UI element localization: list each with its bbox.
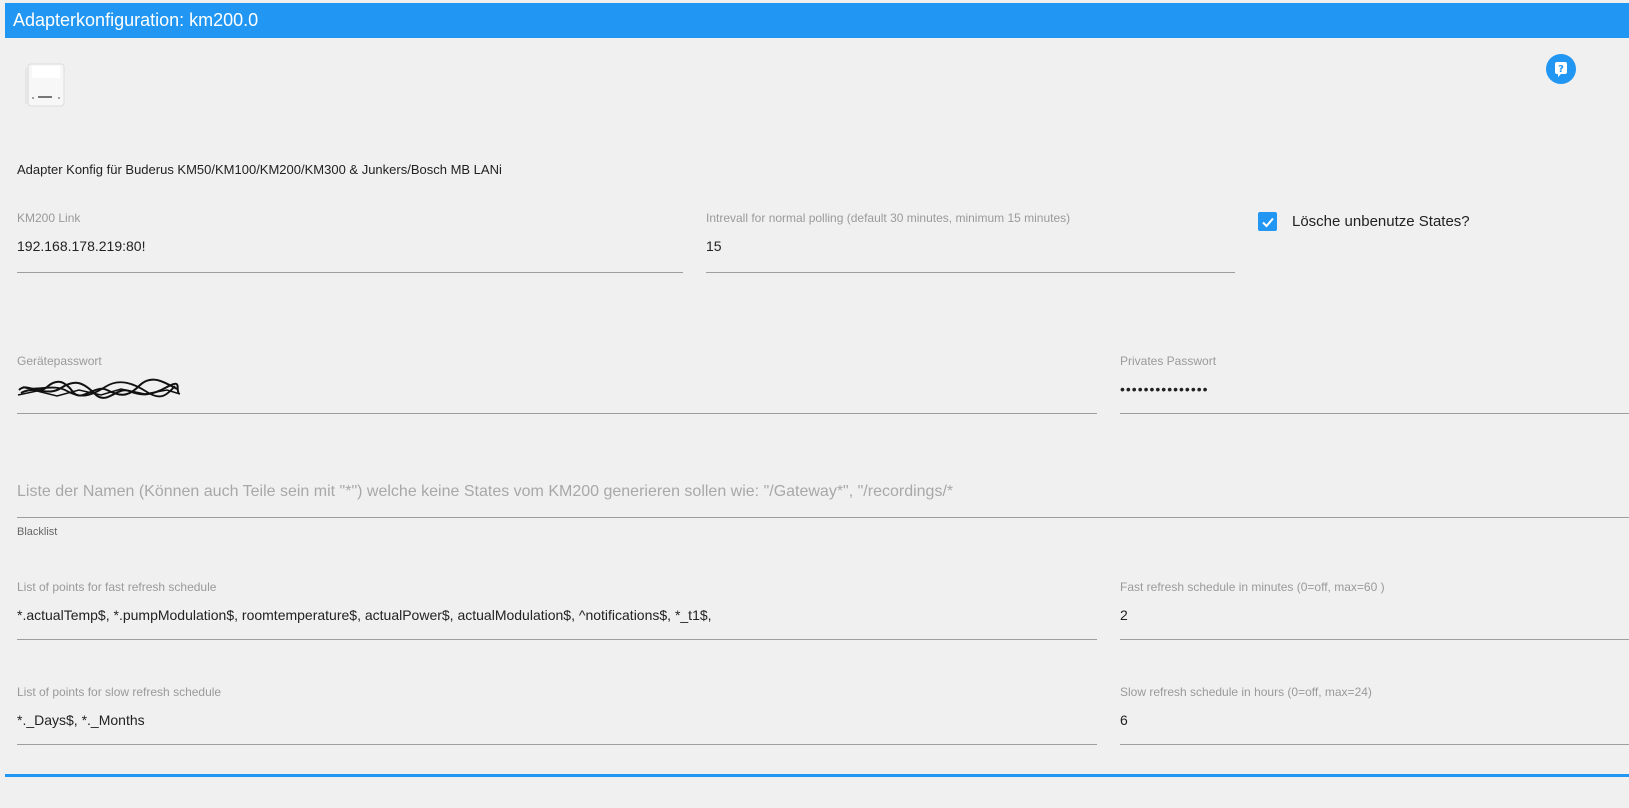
delete-unused-states-toggle[interactable]: Lösche unbenutze States? xyxy=(1258,212,1470,231)
fast-points-input[interactable]: *.actualTemp$, *.pumpModulation$, roomte… xyxy=(17,607,712,623)
delete-unused-states-checkbox[interactable] xyxy=(1258,212,1277,231)
slow-schedule-label: Slow refresh schedule in hours (0=off, m… xyxy=(1120,685,1372,699)
device-password-input[interactable] xyxy=(17,378,182,403)
fast-schedule-input[interactable]: 2 xyxy=(1120,607,1128,623)
blacklist-input[interactable]: Liste der Namen (Können auch Teile sein … xyxy=(17,483,953,501)
polling-interval-field[interactable]: Intrevall for normal polling (default 30… xyxy=(706,211,1235,273)
slow-schedule-input[interactable]: 6 xyxy=(1120,712,1128,728)
blacklist-helper-text: Blacklist xyxy=(17,526,58,538)
device-password-underline xyxy=(17,413,1097,414)
blacklist-underline xyxy=(17,517,1629,518)
slow-points-field[interactable]: List of points for slow refresh schedule… xyxy=(17,685,1097,745)
delete-unused-states-label: Lösche unbenutze States? xyxy=(1292,213,1470,230)
device-password-label: Gerätepasswort xyxy=(17,354,102,368)
km200-link-field[interactable]: KM200 Link 192.168.178.219:80! xyxy=(17,211,683,273)
slow-schedule-field[interactable]: Slow refresh schedule in hours (0=off, m… xyxy=(1120,685,1629,745)
polling-interval-underline xyxy=(706,272,1235,273)
km200-link-underline xyxy=(17,272,683,273)
window-title: Adapterkonfiguration: km200.0 xyxy=(5,3,1629,38)
km200-link-label: KM200 Link xyxy=(17,211,81,225)
private-password-field[interactable]: Privates Passwort ••••••••••••••• xyxy=(1120,354,1629,414)
fast-points-field[interactable]: List of points for fast refresh schedule… xyxy=(17,580,1097,640)
help-button[interactable]: ? xyxy=(1546,54,1576,84)
scribbled-out-value xyxy=(17,378,181,399)
private-password-input[interactable]: ••••••••••••••• xyxy=(1120,381,1209,397)
slow-points-label: List of points for slow refresh schedule xyxy=(17,685,222,699)
svg-text:?: ? xyxy=(1558,64,1564,75)
slow-points-input[interactable]: *._Days$, *._Months xyxy=(17,712,145,728)
adapter-description: Adapter Konfig für Buderus KM50/KM100/KM… xyxy=(17,162,502,177)
fast-schedule-label: Fast refresh schedule in minutes (0=off,… xyxy=(1120,580,1385,594)
km200-link-input[interactable]: 192.168.178.219:80! xyxy=(17,238,145,254)
slow-points-underline xyxy=(17,744,1097,745)
device-password-field[interactable]: Gerätepasswort xyxy=(17,354,1097,414)
adapter-config-page: Adapterkonfiguration: km200.0 ? Adapter … xyxy=(0,0,1629,808)
fast-schedule-underline xyxy=(1120,639,1629,640)
bottom-accent-bar xyxy=(5,774,1629,777)
fast-schedule-field[interactable]: Fast refresh schedule in minutes (0=off,… xyxy=(1120,580,1629,640)
polling-interval-label: Intrevall for normal polling (default 30… xyxy=(706,211,1071,225)
private-password-underline xyxy=(1120,413,1629,414)
fast-points-label: List of points for fast refresh schedule xyxy=(17,580,217,594)
polling-interval-input[interactable]: 15 xyxy=(706,238,722,254)
help-icon: ? xyxy=(1555,62,1567,77)
fast-points-underline xyxy=(17,639,1097,640)
checkmark-icon xyxy=(1261,217,1274,227)
km200-device-logo xyxy=(22,60,68,108)
slow-schedule-underline xyxy=(1120,744,1629,745)
private-password-label: Privates Passwort xyxy=(1120,354,1217,368)
